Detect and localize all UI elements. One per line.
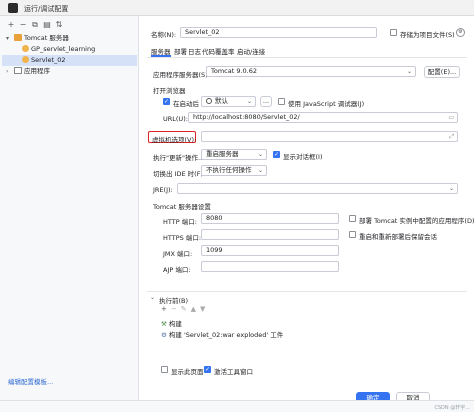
tomcat-icon: [14, 34, 22, 41]
open-browser-title: 打开浏览器: [153, 87, 186, 95]
preserve-sessions-label: 重启和重新部署后保留会话: [359, 233, 437, 241]
edit-icon[interactable]: ✎: [181, 305, 191, 313]
chevron-down-icon: ⌄: [257, 151, 263, 158]
chevron-down-icon: ⌄: [246, 98, 252, 105]
vm-options-label: 虚拟机选项(V):: [152, 136, 197, 144]
chevron-down-icon: ⌄: [257, 167, 263, 174]
title-bar: 运行/调试配置: [0, 0, 474, 16]
ajp-port-field[interactable]: [201, 261, 339, 272]
js-debugger-label: 使用 JavaScript 调试器(J): [288, 100, 365, 108]
frame-deactivation-label: 切换出 IDE 时(F):: [153, 170, 206, 178]
tab-startup-connection[interactable]: 启动/连接: [237, 46, 265, 56]
move-down-icon[interactable]: ▼: [200, 305, 209, 313]
url-label: URL(U):: [163, 115, 188, 123]
intellij-app-icon: [8, 3, 18, 13]
activate-tool-window-label: 激活工具窗口: [214, 368, 253, 376]
chevron-right-icon[interactable]: ›: [6, 66, 14, 77]
url-field[interactable]: http://localhost:8080/Servlet_02/▭: [188, 112, 458, 123]
chevron-down-icon: ⌄: [406, 68, 412, 75]
server-config-icon: [22, 45, 29, 52]
artifact-icon: ⚙: [161, 331, 167, 339]
tab-deployment[interactable]: 部署: [174, 46, 187, 56]
name-label: 名称(N):: [151, 31, 177, 39]
tree-item-gp-servlet-learning[interactable]: GP_servlet_learning: [6, 44, 136, 55]
ajp-port-label: AJP 端口:: [163, 266, 191, 274]
frame-deactivation-select[interactable]: 不执行任何操作 ⌄: [201, 165, 267, 176]
browser-more-button[interactable]: ...: [260, 96, 272, 107]
server-config-icon: [22, 56, 29, 63]
remove-icon[interactable]: −: [18, 20, 28, 30]
show-this-page-checkbox[interactable]: [161, 366, 168, 373]
browser-select[interactable]: 默认 ⌄: [201, 96, 256, 107]
chevron-down-icon: ⌄: [448, 185, 454, 192]
store-as-project-file-label: 存储为项目文件(S): [400, 31, 455, 39]
name-field[interactable]: Servlet_02: [180, 27, 377, 38]
store-as-project-file-checkbox[interactable]: [390, 29, 397, 36]
https-port-label: HTTPS 端口:: [163, 234, 202, 242]
chevron-down-icon[interactable]: ▾: [6, 33, 14, 44]
application-icon: [14, 67, 22, 74]
update-action-label: 执行"更新"操作...: [153, 154, 205, 162]
show-this-page-label: 显示此页面: [171, 368, 204, 376]
configure-button[interactable]: 配置(E)...: [424, 66, 460, 78]
update-action-select[interactable]: 重启服务器 ⌄: [201, 149, 267, 160]
deploy-configured-apps-label: 部署 Tomcat 实例中配置的应用程序(D): [359, 217, 474, 225]
gear-icon[interactable]: ⚙: [456, 28, 465, 37]
http-port-field[interactable]: 8080: [201, 213, 339, 224]
watermark: CSDN @轩宇...: [434, 405, 470, 411]
after-launch-checkbox[interactable]: ✓: [163, 98, 170, 105]
jmx-port-field[interactable]: 1099: [201, 245, 339, 256]
before-launch-task-artifact[interactable]: ⚙ 构建 'Servlet_02:war exploded' 工件: [161, 329, 283, 339]
folder-icon[interactable]: ▭: [448, 113, 454, 122]
https-port-field[interactable]: [201, 229, 339, 240]
window-title: 运行/调试配置: [24, 5, 69, 13]
after-launch-label: 在启动后: [173, 100, 199, 108]
remove-icon[interactable]: −: [171, 305, 181, 313]
edit-config-templates-link[interactable]: 编辑配置模板...: [8, 376, 53, 386]
bottom-bar: [0, 400, 474, 412]
show-dialog-checkbox[interactable]: ✓: [273, 151, 280, 158]
sort-icon[interactable]: ⇅: [54, 20, 64, 30]
chevron-down-icon[interactable]: ⌄: [150, 294, 155, 301]
jre-select[interactable]: ⌄: [177, 183, 458, 194]
before-launch-title: 执行前(B): [159, 297, 189, 305]
preserve-sessions-checkbox[interactable]: [349, 231, 356, 238]
http-port-label: HTTP 端口:: [163, 218, 197, 226]
tree-item-tomcat-server[interactable]: ▾ Tomcat 服务器: [6, 33, 136, 44]
before-launch-separator: [147, 291, 467, 292]
deploy-configured-apps-checkbox[interactable]: [349, 215, 356, 222]
jre-label: JRE(J):: [153, 186, 173, 194]
show-dialog-label: 显示对话框(I): [283, 153, 323, 161]
copy-icon[interactable]: ⧉: [30, 20, 40, 30]
expand-icon[interactable]: ⤢: [449, 132, 454, 141]
tab-code-coverage[interactable]: 代码覆盖率: [202, 46, 235, 56]
app-server-select[interactable]: Tomcat 9.0.62 ⌄: [206, 66, 416, 77]
move-up-icon[interactable]: ▲: [191, 305, 200, 313]
tree-item-application[interactable]: › 应用程序: [6, 66, 136, 77]
before-launch-toolbar: +−✎▲▼: [161, 305, 209, 313]
add-icon[interactable]: +: [6, 20, 16, 30]
vm-options-field[interactable]: ⤢: [201, 131, 458, 142]
activate-tool-window-checkbox[interactable]: ✓: [204, 366, 211, 373]
add-icon[interactable]: +: [161, 305, 171, 313]
build-icon: ⚒: [161, 320, 167, 328]
tomcat-settings-title: Tomcat 服务器设置: [153, 203, 211, 211]
tree-item-servlet-02[interactable]: Servlet_02: [2, 55, 137, 66]
before-launch-task-build[interactable]: ⚒ 构建: [161, 318, 182, 328]
folder-icon[interactable]: ▤: [42, 20, 52, 30]
app-server-label: 应用程序服务器(S):: [153, 71, 210, 79]
tab-logs[interactable]: 日志: [188, 46, 201, 56]
jmx-port-label: JMX 端口:: [163, 250, 193, 258]
tabs-separator: [147, 57, 467, 58]
js-debugger-checkbox[interactable]: [278, 98, 285, 105]
globe-icon: [206, 98, 212, 104]
